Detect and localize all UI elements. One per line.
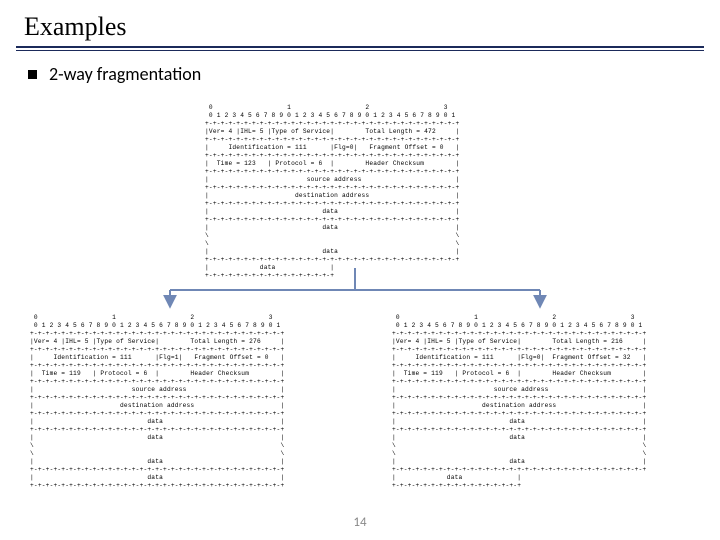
ip-header-fragment-2: 0 1 2 3 0 1 2 3 4 5 6 7 8 9 0 1 2 3 4 5 … (392, 314, 692, 490)
slide-title: Examples (24, 12, 698, 42)
bullet-square-icon (28, 70, 37, 79)
page-number: 14 (0, 515, 720, 530)
bullet-text: 2-way fragmentation (49, 63, 201, 85)
ip-header-fragment-1: 0 1 2 3 0 1 2 3 4 5 6 7 8 9 0 1 2 3 4 5 … (30, 314, 330, 490)
bullet-item: 2-way fragmentation (22, 63, 698, 85)
ip-header-original: 0 1 2 3 0 1 2 3 4 5 6 7 8 9 0 1 2 3 4 5 … (205, 104, 505, 280)
title-underline (16, 46, 704, 51)
slide: Examples 2-way fragmentation 0 1 2 3 0 1… (0, 0, 720, 540)
